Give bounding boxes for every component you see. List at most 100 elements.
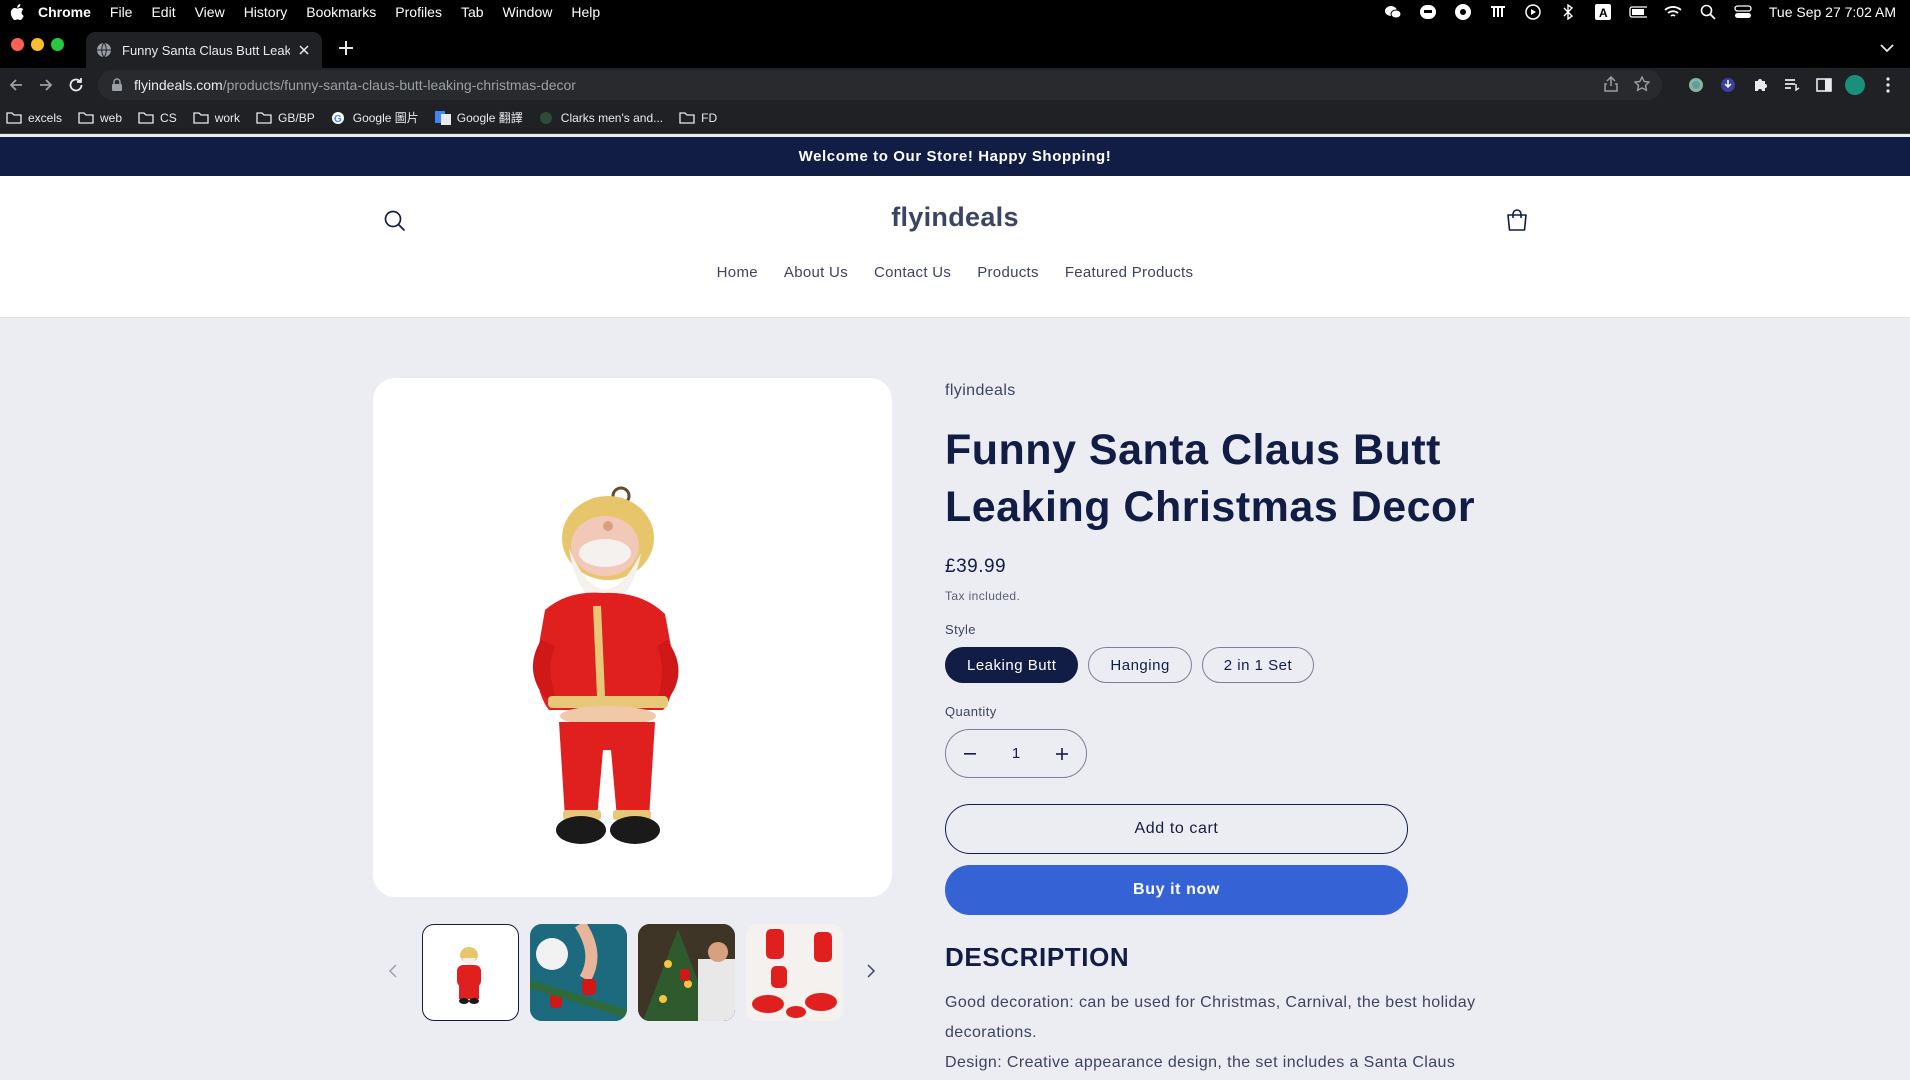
window-close-button[interactable]	[11, 38, 24, 51]
minus-icon[interactable]	[962, 746, 978, 762]
style-option-hanging[interactable]: Hanging	[1088, 647, 1192, 683]
status-area: A Tue Sep 27 7:02 AM	[1384, 4, 1910, 20]
browser-tab-strip: Funny Santa Claus Butt Leaking Christmas…	[0, 24, 1910, 68]
battery-icon[interactable]	[1629, 4, 1647, 20]
back-arrow-icon[interactable]	[2, 71, 30, 99]
extension-circle-icon[interactable]	[1686, 75, 1706, 95]
thumbnail-4[interactable]	[746, 924, 843, 1021]
menu-edit[interactable]: Edit	[151, 4, 175, 20]
line-icon[interactable]	[1419, 4, 1437, 20]
menu-view[interactable]: View	[195, 4, 225, 20]
address-bar[interactable]: flyindeals.com/products/funny-santa-clau…	[98, 70, 1662, 100]
bookmark-google-translate[interactable]: Google 翻譯	[434, 109, 523, 126]
menu-tab[interactable]: Tab	[461, 4, 484, 20]
bookmark-cs[interactable]: CS	[138, 111, 177, 125]
thumbnail-3[interactable]	[638, 924, 735, 1021]
share-icon[interactable]	[1604, 75, 1618, 95]
svg-text:A: A	[1599, 6, 1608, 20]
style-option-2-in-1-set[interactable]: 2 in 1 Set	[1201, 647, 1315, 683]
side-panel-icon[interactable]	[1814, 75, 1834, 95]
buy-now-button[interactable]: Buy it now	[945, 865, 1408, 915]
bookmark-label: web	[100, 110, 123, 125]
bookmark-gb-bp[interactable]: GB/BP	[256, 111, 315, 125]
browser-tab-active[interactable]: Funny Santa Claus Butt Leaking Christmas…	[86, 32, 322, 68]
media-playlist-icon[interactable]	[1782, 75, 1802, 95]
reload-icon[interactable]	[62, 71, 90, 99]
bookmark-label: Google 圖片	[352, 111, 419, 125]
style-label: Style	[945, 622, 976, 637]
apple-icon[interactable]	[10, 4, 26, 20]
product-title: Funny Santa Claus Butt Leaking Christmas…	[945, 426, 1476, 531]
clarks-icon	[539, 111, 555, 125]
browser-toolbar: flyindeals.com/products/funny-santa-clau…	[0, 68, 1910, 102]
bookmark-label: work	[214, 110, 241, 125]
store-header: flyindeals Home About Us Contact Us Prod…	[0, 176, 1910, 318]
forward-arrow-icon[interactable]	[32, 71, 60, 99]
menu-history[interactable]: History	[244, 4, 288, 20]
new-tab-plus-icon[interactable]	[336, 38, 356, 58]
menu-help[interactable]: Help	[571, 4, 600, 20]
description-heading: DESCRIPTION	[945, 942, 1130, 972]
wifi-icon[interactable]	[1664, 4, 1682, 20]
bookmark-star-icon[interactable]	[1633, 74, 1651, 95]
chevron-left-icon[interactable]	[388, 964, 404, 980]
style-options: Leaking Butt Hanging 2 in 1 Set	[945, 647, 1545, 683]
chevron-down-icon[interactable]	[1880, 40, 1896, 56]
product-thumbnails	[373, 924, 892, 1024]
thumbnail-2[interactable]	[530, 924, 627, 1021]
cart-icon[interactable]	[1503, 206, 1531, 234]
svg-text:G: G	[334, 114, 342, 125]
quantity-input[interactable]: 1	[1012, 745, 1020, 762]
menu-file[interactable]: File	[110, 4, 133, 20]
bookmark-google-images[interactable]: G Google 圖片	[331, 109, 419, 126]
menu-profiles[interactable]: Profiles	[395, 4, 442, 20]
profile-avatar[interactable]	[1845, 75, 1865, 95]
bluetooth-icon[interactable]	[1559, 4, 1577, 20]
folder-icon	[256, 111, 272, 125]
wechat-icon[interactable]	[1384, 4, 1402, 20]
menu-window[interactable]: Window	[503, 4, 553, 20]
kebab-menu-icon[interactable]	[1878, 75, 1898, 95]
puzzle-extensions-icon[interactable]	[1750, 75, 1770, 95]
bookmark-fd[interactable]: FD	[679, 111, 717, 125]
control-center-icon[interactable]	[1734, 4, 1752, 20]
menu-bookmarks[interactable]: Bookmarks	[306, 4, 376, 20]
chevron-right-icon[interactable]	[866, 964, 882, 980]
bookmark-label: Clarks men's and...	[560, 110, 664, 125]
nav-products[interactable]: Products	[977, 264, 1039, 281]
bookmark-web[interactable]: web	[78, 111, 122, 125]
nav-home[interactable]: Home	[717, 264, 758, 281]
announcement-text: Welcome to Our Store! Happy Shopping!	[798, 148, 1112, 165]
style-option-leaking-butt[interactable]: Leaking Butt	[945, 647, 1079, 683]
description-line: Design: Creative appearance design, the …	[945, 1054, 1456, 1071]
tax-note: Tax included.	[945, 589, 1021, 603]
window-minimize-button[interactable]	[31, 38, 44, 51]
close-icon[interactable]	[296, 42, 312, 58]
google-icon: G	[331, 111, 347, 125]
nav-featured-products[interactable]: Featured Products	[1065, 264, 1194, 281]
thumbnail-1[interactable]	[422, 924, 519, 1021]
add-to-cart-button[interactable]: Add to cart	[945, 804, 1408, 854]
spotlight-search-icon[interactable]	[1699, 4, 1717, 20]
menu-app-name[interactable]: Chrome	[38, 4, 91, 20]
bookmark-excels[interactable]: excels	[6, 111, 62, 125]
bookmark-label: FD	[701, 110, 718, 125]
input-source-icon[interactable]: A	[1594, 4, 1612, 20]
nav-about-us[interactable]: About Us	[784, 264, 848, 281]
bookmark-clarks[interactable]: Clarks men's and...	[539, 111, 663, 125]
plus-icon[interactable]	[1054, 746, 1070, 762]
fan-icon[interactable]	[1489, 4, 1507, 20]
window-zoom-button[interactable]	[51, 38, 64, 51]
quantity-stepper: 1	[945, 729, 1087, 778]
download-extension-icon[interactable]	[1718, 75, 1738, 95]
folder-icon	[138, 111, 154, 125]
bookmark-work[interactable]: work	[193, 111, 240, 125]
store-logo[interactable]: flyindeals	[0, 202, 1910, 233]
menu-clock[interactable]: Tue Sep 27 7:02 AM	[1769, 4, 1896, 20]
lock-icon[interactable]	[110, 78, 124, 92]
product-main-image[interactable]	[373, 378, 892, 897]
timer-icon[interactable]	[1454, 4, 1472, 20]
play-icon[interactable]	[1524, 4, 1542, 20]
url-domain: flyindeals.com	[134, 77, 223, 93]
nav-contact-us[interactable]: Contact Us	[874, 264, 951, 281]
